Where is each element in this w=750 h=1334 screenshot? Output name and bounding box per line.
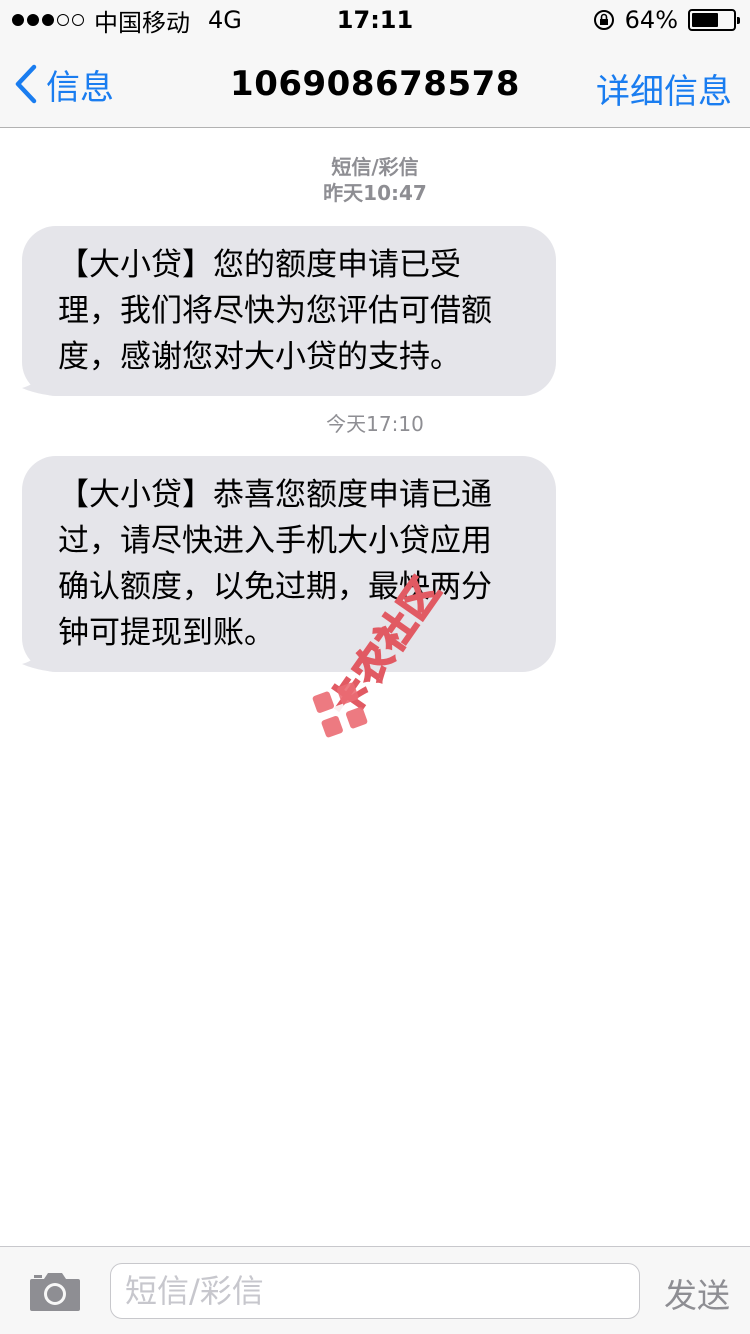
message-line: 度，感谢您对大小贷的支持。 <box>58 339 461 375</box>
message-bubble[interactable]: 【大小贷】您的额度申请已受 理，我们将尽快为您评估可借额 度，感谢您对大小贷的支… <box>22 226 556 396</box>
details-button[interactable]: 详细信息 <box>596 64 732 113</box>
status-bar: 中国移动 4G 17:11 64% <box>0 0 750 40</box>
rotation-lock-icon <box>593 10 614 30</box>
message-bubble[interactable]: 【大小贷】恭喜您额度申请已通 过，请尽快进入手机大小贷应用 确认额度，以免过期，… <box>22 456 556 672</box>
compose-bar: 发送 <box>0 1246 750 1334</box>
battery-percent: 64% <box>624 6 678 34</box>
send-button[interactable]: 发送 <box>664 1269 730 1317</box>
message-text: 【大小贷】恭喜您额度申请已通 过，请尽快进入手机大小贷应用 确认额度，以免过期，… <box>22 456 556 672</box>
message-timestamp: 今天17:10 <box>326 412 424 436</box>
battery-icon <box>688 9 740 31</box>
status-right: 64% <box>593 6 740 34</box>
message-line: 【大小贷】恭喜您额度申请已通 <box>58 477 492 513</box>
message-meta: 短信/彩信 昨天10:47 <box>0 154 750 206</box>
message-line: 【大小贷】您的额度申请已受 <box>58 247 461 283</box>
camera-icon[interactable] <box>28 1269 82 1313</box>
message-line: 确认额度，以免过期，最快两分 <box>58 569 492 605</box>
battery-level-fill <box>692 13 718 27</box>
message-meta: 今天17:10 <box>0 411 750 437</box>
message-line: 过，请尽快进入手机大小贷应用 <box>58 523 492 559</box>
message-text: 【大小贷】您的额度申请已受 理，我们将尽快为您评估可借额 度，感谢您对大小贷的支… <box>22 226 556 396</box>
message-line: 钟可提现到账。 <box>58 615 275 651</box>
navigation-bar: 信息 106908678578 详细信息 <box>0 40 750 128</box>
message-type-label: 短信/彩信 <box>331 155 419 179</box>
message-line: 理，我们将尽快为您评估可借额 <box>58 293 492 329</box>
message-input[interactable] <box>110 1263 640 1319</box>
message-timestamp: 昨天10:47 <box>323 181 427 205</box>
